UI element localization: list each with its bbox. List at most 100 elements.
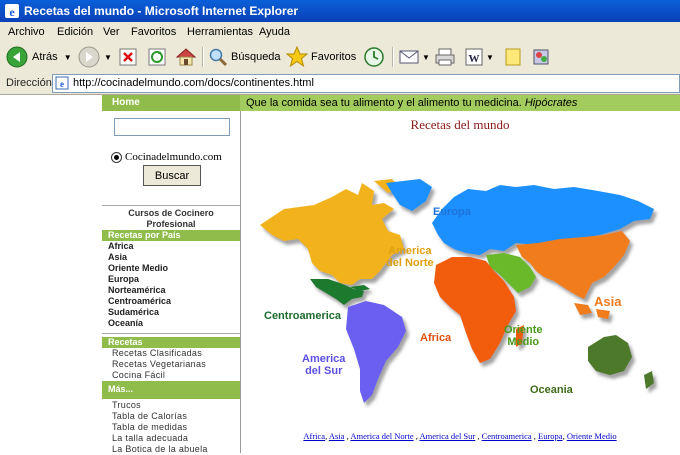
svg-text:W: W xyxy=(469,53,480,65)
menu-favoritos[interactable]: Favoritos xyxy=(131,26,176,38)
window-title: Recetas del mundo - Microsoft Internet E… xyxy=(24,4,299,18)
svg-text:e: e xyxy=(60,79,64,89)
search-toolbar-label: Búsqueda xyxy=(231,51,281,63)
address-input[interactable]: e http://cocinadelmundo.com/docs/contine… xyxy=(52,74,680,93)
nav-oceania[interactable]: Oceanía xyxy=(108,318,143,329)
nav-tabla-calorias[interactable]: Tabla de Calorías xyxy=(112,411,187,422)
chevron-down-icon: ▼ xyxy=(486,52,494,62)
link-africa[interactable]: Africa xyxy=(303,431,325,441)
label-america-norte[interactable]: America del Norte xyxy=(386,245,434,269)
history-icon xyxy=(364,47,384,67)
label-africa[interactable]: Africa xyxy=(420,332,451,344)
messenger-icon xyxy=(533,49,549,65)
region-north-america[interactable] xyxy=(260,183,404,285)
link-centroamerica[interactable]: Centroamerica xyxy=(482,431,532,441)
printer-icon xyxy=(435,48,455,66)
star-icon xyxy=(286,46,308,68)
region-south-america[interactable] xyxy=(346,301,406,403)
nav-africa[interactable]: Africa xyxy=(108,241,134,252)
back-button[interactable]: Atrás ▼ xyxy=(6,45,72,69)
ie-logo-icon: e xyxy=(5,4,19,19)
nav-centroamerica[interactable]: Centroamérica xyxy=(108,296,171,307)
history-button[interactable] xyxy=(363,45,385,69)
nav-norteamerica[interactable]: Norteamérica xyxy=(108,285,166,296)
label-oriente-medio[interactable]: Oriente Medio xyxy=(504,324,543,348)
link-america-sur[interactable]: America del Sur xyxy=(420,431,476,441)
refresh-button[interactable] xyxy=(147,45,167,69)
mail-icon xyxy=(399,50,419,64)
search-button-toolbar[interactable]: Búsqueda xyxy=(208,45,281,69)
search-input[interactable] xyxy=(114,118,230,136)
mail-button[interactable]: ▼ xyxy=(398,45,430,69)
left-margin xyxy=(0,95,103,453)
radio-button[interactable] xyxy=(111,151,122,163)
label-centroamerica[interactable]: Centroamerica xyxy=(264,310,341,322)
forward-arrow-icon xyxy=(78,46,100,68)
region-oceania[interactable] xyxy=(588,335,632,375)
stop-icon xyxy=(119,48,137,66)
link-oriente-medio[interactable]: Oriente Medio xyxy=(567,431,617,441)
region-greenland xyxy=(386,179,432,211)
label-america-sur[interactable]: America del Sur xyxy=(302,353,345,377)
label-asia[interactable]: Asia xyxy=(594,295,621,308)
menu-ayuda[interactable]: Ayuda xyxy=(259,26,290,38)
menu-edicion[interactable]: Edición xyxy=(57,26,93,38)
stop-button[interactable] xyxy=(118,45,138,69)
menu-archivo[interactable]: Archivo xyxy=(8,26,45,38)
magnifier-icon xyxy=(209,48,228,67)
messenger-button[interactable] xyxy=(530,45,552,69)
chevron-down-icon: ▼ xyxy=(422,52,430,62)
nav-asia[interactable]: Asia xyxy=(108,252,127,263)
quote-text: Que la comida sea tu alimento y el alime… xyxy=(246,97,578,109)
link-america-norte[interactable]: America del Norte xyxy=(350,431,413,441)
page-title: Recetas del mundo xyxy=(410,117,510,132)
print-button[interactable] xyxy=(434,45,456,69)
home-bar: Home xyxy=(102,95,240,111)
home-icon xyxy=(175,48,197,66)
nav-recetas-vegetarianas[interactable]: Recetas Vegetarianas xyxy=(112,359,206,370)
nav-tabla-medidas[interactable]: Tabla de medidas xyxy=(112,422,187,433)
site-radio[interactable]: Cocinadelmundo.com xyxy=(111,151,222,163)
link-asia[interactable]: Asia xyxy=(329,431,345,441)
refresh-icon xyxy=(148,48,166,66)
nav-talla-adecuada[interactable]: La talla adecuada xyxy=(112,433,188,444)
main-content: Que la comida sea tu alimento y el alime… xyxy=(240,95,680,453)
nav-recetas-clasificadas[interactable]: Recetas Clasificadas xyxy=(112,348,202,359)
menu-herramientas[interactable]: Herramientas xyxy=(187,26,253,38)
chevron-down-icon: ▼ xyxy=(104,52,112,62)
back-label: Atrás xyxy=(32,51,58,63)
nav-europa[interactable]: Europa xyxy=(108,274,139,285)
toolbar: Atrás ▼ ▼ Búsqueda Favoritos ▼ W ▼ xyxy=(0,42,680,73)
home-button[interactable] xyxy=(175,45,197,69)
nav-sudamerica[interactable]: Sudamérica xyxy=(108,307,159,318)
svg-text:e: e xyxy=(9,5,15,19)
address-label: Dirección xyxy=(6,77,52,89)
recetas-header: Recetas xyxy=(102,337,240,348)
cursos-link[interactable]: Cursos de Cocinero Profesional xyxy=(102,208,240,230)
home-link[interactable]: Home xyxy=(112,97,140,108)
title-bar: e Recetas del mundo - Microsoft Internet… xyxy=(0,0,680,22)
label-europa[interactable]: Europa xyxy=(433,206,471,218)
back-arrow-icon xyxy=(6,46,28,68)
label-oceania[interactable]: Oceania xyxy=(530,384,573,396)
nav-oriente-medio[interactable]: Oriente Medio xyxy=(108,263,168,274)
favorites-button[interactable]: Favoritos xyxy=(286,45,356,69)
link-europa[interactable]: Europa xyxy=(538,431,563,441)
page-icon: e xyxy=(55,76,69,90)
menu-ver[interactable]: Ver xyxy=(103,26,120,38)
region-central-america[interactable] xyxy=(310,279,364,305)
forward-button[interactable]: ▼ xyxy=(78,45,112,69)
nav-trucos[interactable]: Trucos xyxy=(112,400,141,411)
favorites-toolbar-label: Favoritos xyxy=(311,51,357,63)
radio-label: Cocinadelmundo.com xyxy=(125,151,222,163)
nav-botica-abuela[interactable]: La Botica de la abuela xyxy=(112,444,208,455)
sidebar: Home Cocinadelmundo.com Buscar Cursos de… xyxy=(102,95,241,455)
recetas-por-pais-header: Recetas por País xyxy=(102,230,240,241)
nav-cocina-facil[interactable]: Cocina Fácil xyxy=(112,370,165,381)
word-icon: W xyxy=(465,48,483,66)
discuss-button[interactable] xyxy=(503,45,523,69)
edit-word-button[interactable]: W ▼ xyxy=(464,45,494,69)
address-bar: Dirección e http://cocinadelmundo.com/do… xyxy=(0,72,680,95)
region-links: Africa, Asia , America del Norte , Ameri… xyxy=(303,431,617,441)
search-submit-button[interactable]: Buscar xyxy=(143,165,201,186)
